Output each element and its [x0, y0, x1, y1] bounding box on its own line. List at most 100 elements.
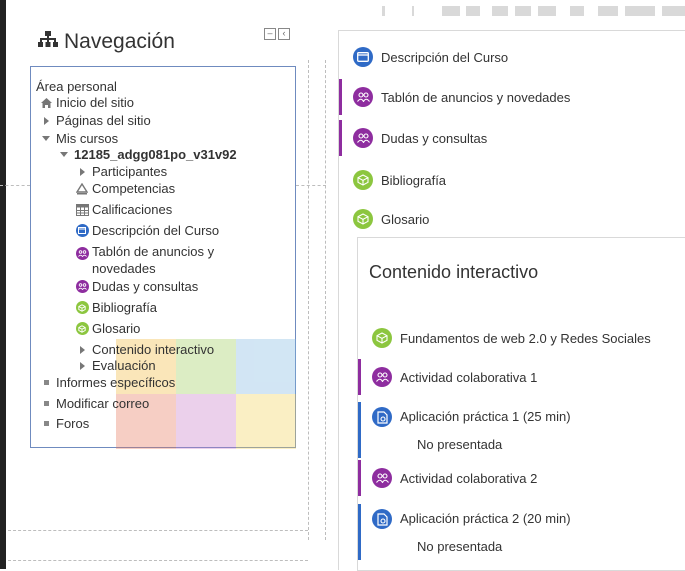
- nav-item-label: Competencias: [92, 181, 176, 196]
- minimize-icon[interactable]: –: [264, 28, 276, 40]
- dashed-divider: [8, 560, 308, 561]
- nav-item-informes[interactable]: Informes específicos: [39, 375, 175, 390]
- activity-status: No presentada: [417, 437, 503, 452]
- nav-item-bibliografia[interactable]: Bibliografía: [75, 300, 157, 315]
- activity-dudas[interactable]: Dudas y consultas: [339, 120, 685, 156]
- activity-aplicacion-1[interactable]: Aplicación práctica 1 (25 min) No presen…: [358, 402, 685, 458]
- activity-aplicacion-2[interactable]: Aplicación práctica 2 (20 min) No presen…: [358, 504, 685, 560]
- nav-item-label: Páginas del sitio: [56, 113, 151, 128]
- nav-item-contenido-interactivo[interactable]: Contenido interactivo: [75, 342, 214, 357]
- nav-item-descripcion[interactable]: Descripción del Curso: [75, 223, 219, 238]
- block-controls: – ‹: [264, 28, 290, 40]
- activity-bibliografia[interactable]: Bibliografía: [339, 162, 685, 198]
- nav-item-mis-cursos[interactable]: Mis cursos: [39, 131, 118, 146]
- forum-icon: [75, 280, 89, 294]
- nav-item-label: Evaluación: [92, 358, 156, 373]
- activity-link[interactable]: Actividad colaborativa 1: [400, 370, 537, 385]
- book-icon: [353, 170, 373, 190]
- forum-icon: [353, 87, 373, 107]
- sitemap-icon: [38, 30, 58, 54]
- activity-glosario[interactable]: Glosario: [339, 201, 685, 237]
- nav-item-label: Inicio del sitio: [56, 95, 135, 110]
- nav-item-area-personal[interactable]: Área personal: [36, 79, 117, 94]
- nav-item-label: Modificar correo: [56, 396, 150, 411]
- nav-item-inicio[interactable]: Inicio del sitio: [39, 95, 134, 110]
- activity-link[interactable]: Fundamentos de web 2.0 y Redes Sociales: [400, 331, 651, 346]
- nav-item-label: Mis cursos: [56, 131, 119, 146]
- nav-item-dudas[interactable]: Dudas y consultas: [75, 279, 198, 294]
- home-icon: [39, 96, 53, 110]
- nav-item-label-line2: novedades: [92, 261, 156, 276]
- activity-link[interactable]: Actividad colaborativa 2: [400, 471, 537, 486]
- nav-item-paginas[interactable]: Páginas del sitio: [39, 113, 151, 128]
- bullet-icon: [39, 397, 53, 411]
- forum-icon: [372, 468, 392, 488]
- glossary-icon: [75, 322, 89, 336]
- forum-icon: [75, 246, 89, 260]
- nav-item-label: 12185_adgg081po_v31v92: [74, 147, 237, 162]
- activity-link[interactable]: Bibliografía: [381, 173, 446, 188]
- nav-item-label: Bibliografía: [92, 300, 158, 315]
- competencies-icon: [75, 182, 89, 196]
- glossary-icon: [353, 209, 373, 229]
- activity-link[interactable]: Tablón de anuncios y novedades: [381, 90, 570, 105]
- collapsed-arrow-icon: [75, 359, 89, 373]
- nav-item-tablon[interactable]: Tablón de anuncios y novedades: [75, 244, 214, 276]
- nav-item-multiline-label: Tablón de anuncios y novedades: [92, 244, 214, 276]
- collapsed-arrow-icon: [75, 165, 89, 179]
- nav-item-label: Foros: [56, 416, 90, 431]
- nav-item-label: Calificaciones: [92, 202, 173, 217]
- activity-colaborativa-2[interactable]: Actividad colaborativa 2: [358, 460, 685, 496]
- nav-item-participantes[interactable]: Participantes: [75, 164, 167, 179]
- activity-link[interactable]: Aplicación práctica 1 (25 min): [400, 409, 571, 424]
- activity-link[interactable]: Glosario: [381, 212, 429, 227]
- activity-descripcion[interactable]: Descripción del Curso: [339, 39, 685, 75]
- navigation-title-text: Navegación: [64, 30, 175, 53]
- expanded-arrow-icon: [39, 132, 53, 146]
- activity-tablon[interactable]: Tablón de anuncios y novedades: [339, 79, 685, 115]
- book-icon: [372, 328, 392, 348]
- forum-icon: [353, 128, 373, 148]
- window-left-edge: [0, 0, 6, 569]
- activity-fundamentos[interactable]: Fundamentos de web 2.0 y Redes Sociales: [358, 326, 685, 350]
- nav-item-competencias[interactable]: Competencias: [75, 181, 175, 196]
- navigation-tree: Área personal Inicio del sitio Páginas d…: [30, 66, 296, 449]
- nav-item-label-line1: Tablón de anuncios y: [92, 244, 215, 259]
- expanded-arrow-icon: [57, 148, 71, 162]
- quiz-icon: [372, 407, 392, 427]
- activity-link[interactable]: Dudas y consultas: [381, 131, 487, 146]
- nav-item-label: Contenido interactivo: [92, 342, 215, 357]
- nav-item-modificar-correo[interactable]: Modificar correo: [39, 396, 149, 411]
- dashed-divider: [308, 60, 309, 540]
- dashed-divider: [296, 185, 326, 186]
- section-contenido-interactivo: Contenido interactivo Fundamentos de web…: [357, 237, 685, 571]
- page-icon: [75, 224, 89, 238]
- nav-item-label: Glosario: [92, 321, 141, 336]
- nav-item-glosario[interactable]: Glosario: [75, 321, 140, 336]
- nav-item-calificaciones[interactable]: Calificaciones: [75, 202, 172, 217]
- bullet-icon: [39, 417, 53, 431]
- nav-item-label: Informes específicos: [56, 375, 176, 390]
- nav-item-foros[interactable]: Foros: [39, 416, 89, 431]
- collapsed-arrow-icon: [39, 114, 53, 128]
- book-icon: [75, 301, 89, 315]
- forum-icon: [372, 367, 392, 387]
- navigation-title: Navegación: [38, 30, 175, 54]
- activity-colaborativa-1[interactable]: Actividad colaborativa 1: [358, 359, 685, 395]
- activity-link[interactable]: Aplicación práctica 2 (20 min): [400, 511, 571, 526]
- nav-item-label: Descripción del Curso: [92, 223, 220, 238]
- page-icon: [353, 47, 373, 67]
- collapsed-arrow-icon: [75, 343, 89, 357]
- nav-item-label: Dudas y consultas: [92, 279, 199, 294]
- activity-link[interactable]: Descripción del Curso: [381, 50, 508, 65]
- dashed-divider: [0, 185, 30, 186]
- nav-item-course[interactable]: 12185_adgg081po_v31v92: [57, 147, 237, 162]
- dock-icon[interactable]: ‹: [278, 28, 290, 40]
- nav-item-label: Participantes: [92, 164, 168, 179]
- header-banner-fragment: [380, 0, 685, 18]
- section-title: Contenido interactivo: [369, 262, 539, 282]
- navigation-block: Navegación – ‹ Área personal Inicio del …: [30, 18, 296, 449]
- grades-table-icon: [75, 203, 89, 217]
- dashed-divider: [325, 60, 326, 540]
- nav-item-evaluacion[interactable]: Evaluación: [75, 358, 156, 373]
